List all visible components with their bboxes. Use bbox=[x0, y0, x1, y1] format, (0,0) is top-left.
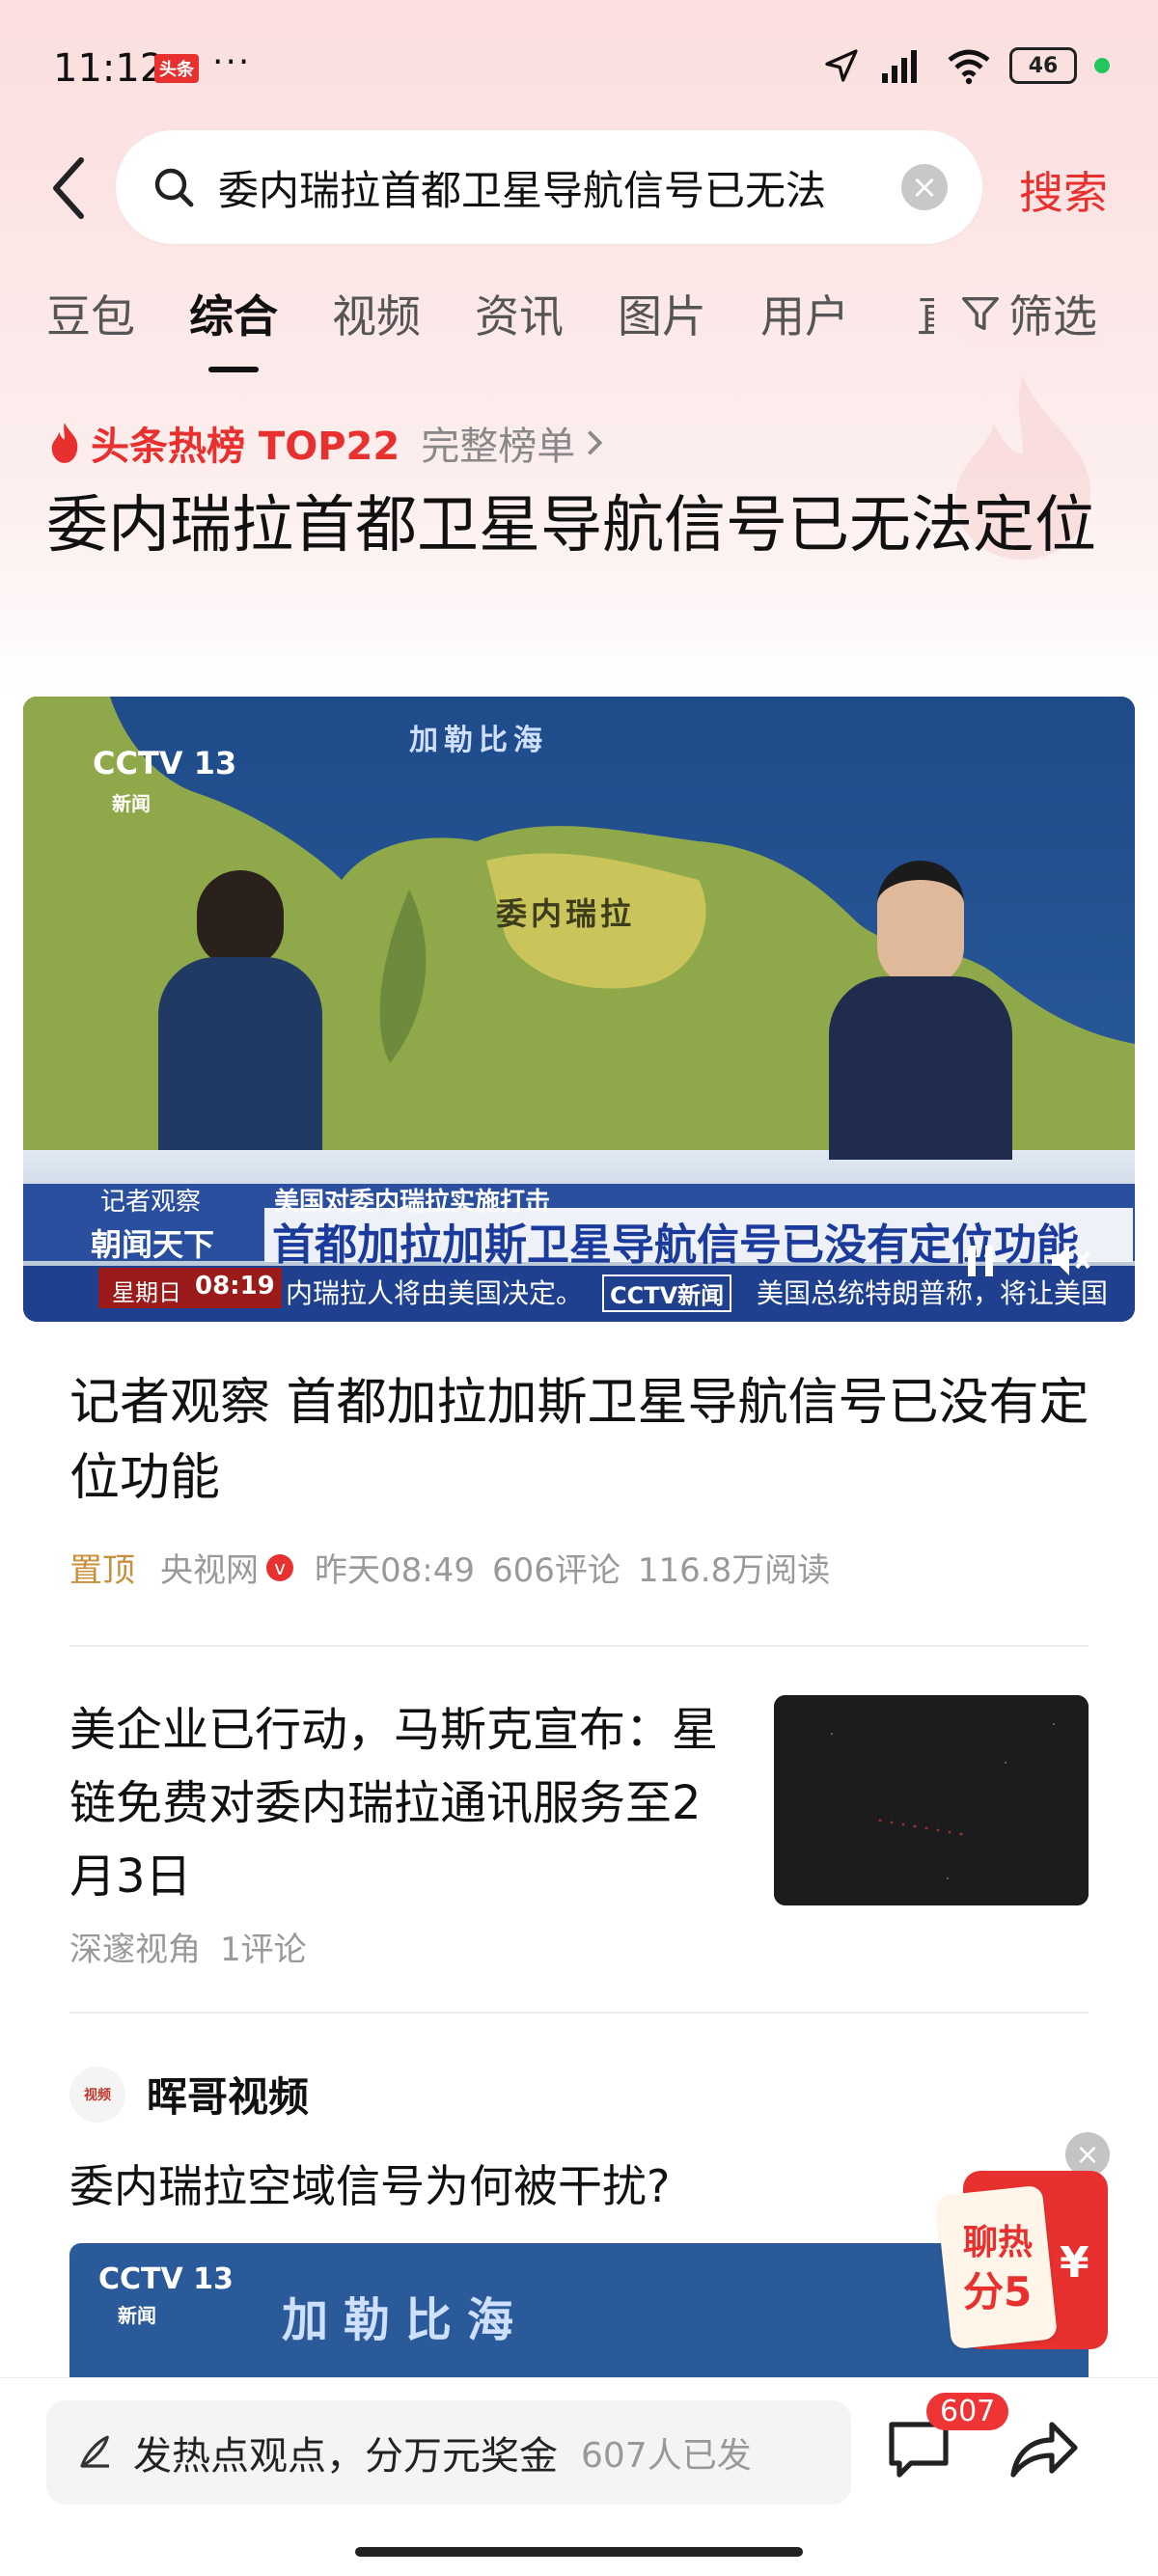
flame-icon bbox=[51, 423, 78, 463]
account-row[interactable]: 视频 晖哥视频 bbox=[69, 2065, 309, 2124]
ticker-day: 星期日 bbox=[112, 1279, 181, 1306]
caption-headline-text: 首都加拉加斯卫星导航信号已没有定位功能 bbox=[272, 1220, 1079, 1270]
status-time: 11:12 bbox=[53, 46, 165, 91]
app-badge: 头条 bbox=[154, 54, 199, 83]
channel-name: CCTV 13 bbox=[93, 745, 237, 781]
status-icons: 46 bbox=[822, 46, 1110, 85]
mute-icon[interactable] bbox=[1046, 1239, 1092, 1281]
tab-images[interactable]: 图片 bbox=[618, 282, 706, 345]
full-list-link[interactable]: 完整榜单 bbox=[421, 415, 575, 471]
location-icon bbox=[825, 49, 858, 82]
channel-logo: CCTV 13 新闻 bbox=[93, 745, 236, 818]
video-player[interactable]: CCTV 13 新闻 加勒比海 委内瑞拉 记者观察 美国对委内瑞拉实施打击 朝闻… bbox=[23, 697, 1135, 1322]
article3-title[interactable]: 委内瑞拉空域信号为何被干扰? bbox=[69, 2151, 670, 2215]
filter-label: 筛选 bbox=[1008, 290, 1097, 343]
account-name[interactable]: 晖哥视频 bbox=[147, 2065, 309, 2124]
article-source[interactable]: 央视网 bbox=[160, 1544, 259, 1591]
pause-icon[interactable] bbox=[964, 1242, 999, 1280]
clear-search-button[interactable]: × bbox=[901, 164, 948, 210]
article2-meta: 深邃视角 1评论 bbox=[69, 1923, 307, 1970]
tab-video[interactable]: 视频 bbox=[332, 282, 421, 345]
signal-icon bbox=[882, 50, 917, 83]
comment-input[interactable]: 发热点观点，分万元奖金 607人已发 bbox=[46, 2400, 851, 2505]
map-sea-label: 加勒比海 bbox=[409, 724, 548, 757]
verified-icon: v bbox=[266, 1553, 293, 1581]
header-gradient bbox=[0, 0, 1158, 695]
article-comments: 606评论 bbox=[491, 1551, 620, 1590]
article2-comments: 1评论 bbox=[220, 1931, 307, 1969]
program-name: 朝闻天下 bbox=[91, 1226, 215, 1263]
channel-logo-2: CCTV 13 新闻 bbox=[98, 2262, 234, 2330]
search-button[interactable]: 搜索 bbox=[1019, 158, 1108, 222]
search-icon bbox=[154, 168, 194, 207]
article-title[interactable]: 记者观察 首都加拉加斯卫星导航信号已没有定位功能 bbox=[69, 1365, 1092, 1516]
ticker-clock: 08:19 bbox=[195, 1272, 275, 1301]
wifi-icon bbox=[948, 49, 990, 85]
search-input[interactable]: 委内瑞拉首都卫星导航信号已无法 × bbox=[116, 130, 982, 244]
promo-widget[interactable]: 聊热 分5 ¥ bbox=[935, 2171, 1108, 2350]
hot-topic-title: 委内瑞拉首都卫星导航信号已无法定位 bbox=[46, 490, 1096, 562]
anchor-right bbox=[824, 861, 1017, 1160]
comment-prompt: 发热点观点，分万元奖金 bbox=[133, 2434, 558, 2479]
privacy-indicator bbox=[1094, 58, 1110, 73]
tab-news[interactable]: 资讯 bbox=[475, 282, 564, 345]
tab-doubao[interactable]: 豆包 bbox=[46, 282, 135, 345]
filter-button[interactable]: 筛选 bbox=[951, 282, 1097, 345]
close-icon: × bbox=[1075, 2137, 1100, 2172]
comment-count-badge: 607 bbox=[926, 2393, 1009, 2430]
article-reads: 116.8万阅读 bbox=[637, 1551, 831, 1590]
video2-thumbnail[interactable]: CCTV 13 新闻 加勒比海 bbox=[69, 2243, 1089, 2378]
avatar[interactable]: 视频 bbox=[69, 2066, 125, 2123]
share-icon[interactable] bbox=[1006, 2417, 1079, 2482]
article-meta: 置顶 央视网 v 昨天08:49 606评论 116.8万阅读 bbox=[69, 1544, 830, 1591]
tab-all[interactable]: 综合 bbox=[189, 282, 278, 372]
channel-sub-2: 新闻 bbox=[118, 2304, 156, 2327]
map-country-label: 委内瑞拉 bbox=[496, 895, 636, 932]
divider bbox=[69, 2012, 1089, 2014]
yuan-icon: ¥ bbox=[1060, 2238, 1089, 2288]
channel-name-2: CCTV 13 bbox=[98, 2262, 234, 2296]
close-icon: × bbox=[910, 168, 939, 206]
battery-icon: 46 bbox=[1009, 47, 1077, 84]
hot-list-badge[interactable]: 头条热榜 TOP22 完整榜单 bbox=[46, 415, 606, 471]
map-sea-label-2: 加勒比海 bbox=[282, 2293, 530, 2347]
more-notifications-icon: ··· bbox=[212, 42, 252, 82]
hot-list-label: 头条热榜 TOP22 bbox=[91, 425, 400, 469]
pen-icon bbox=[80, 2435, 109, 2468]
promo-line1: 聊热 bbox=[963, 2223, 1034, 2262]
article2-thumbnail[interactable] bbox=[774, 1695, 1089, 1905]
article2-title[interactable]: 美企业已行动，马斯克宣布：星链免费对委内瑞拉通讯服务至2月3日 bbox=[69, 1693, 745, 1913]
home-indicator[interactable] bbox=[355, 2547, 803, 2557]
article-time: 昨天08:49 bbox=[315, 1551, 475, 1590]
tab-partial[interactable]: 直 bbox=[917, 282, 934, 345]
caption-tag1: 记者观察 bbox=[100, 1188, 202, 1217]
night-sky-image bbox=[774, 1695, 1089, 1905]
back-button[interactable] bbox=[46, 154, 95, 222]
channel-sub: 新闻 bbox=[112, 792, 151, 815]
search-tabs: 豆包 综合 视频 资讯 图片 用户 bbox=[46, 282, 903, 372]
ticker-text: 内瑞拉人将由美国决定。 bbox=[286, 1277, 584, 1309]
search-query: 委内瑞拉首都卫星导航信号已无法 bbox=[218, 166, 827, 214]
pinned-label: 置顶 bbox=[69, 1551, 135, 1590]
filter-icon bbox=[962, 296, 999, 331]
comment-count-text: 607人已发 bbox=[581, 2436, 752, 2476]
ticker-logo: CCTV新闻 bbox=[602, 1274, 732, 1312]
chevron-left-icon bbox=[53, 157, 84, 219]
promo-line2: 分5 bbox=[963, 2268, 1033, 2316]
anchor-left bbox=[149, 870, 332, 1160]
article2-source[interactable]: 深邃视角 bbox=[69, 1923, 201, 1970]
divider bbox=[69, 1645, 1089, 1647]
tab-users[interactable]: 用户 bbox=[760, 282, 849, 345]
chevron-right-icon bbox=[588, 430, 603, 455]
